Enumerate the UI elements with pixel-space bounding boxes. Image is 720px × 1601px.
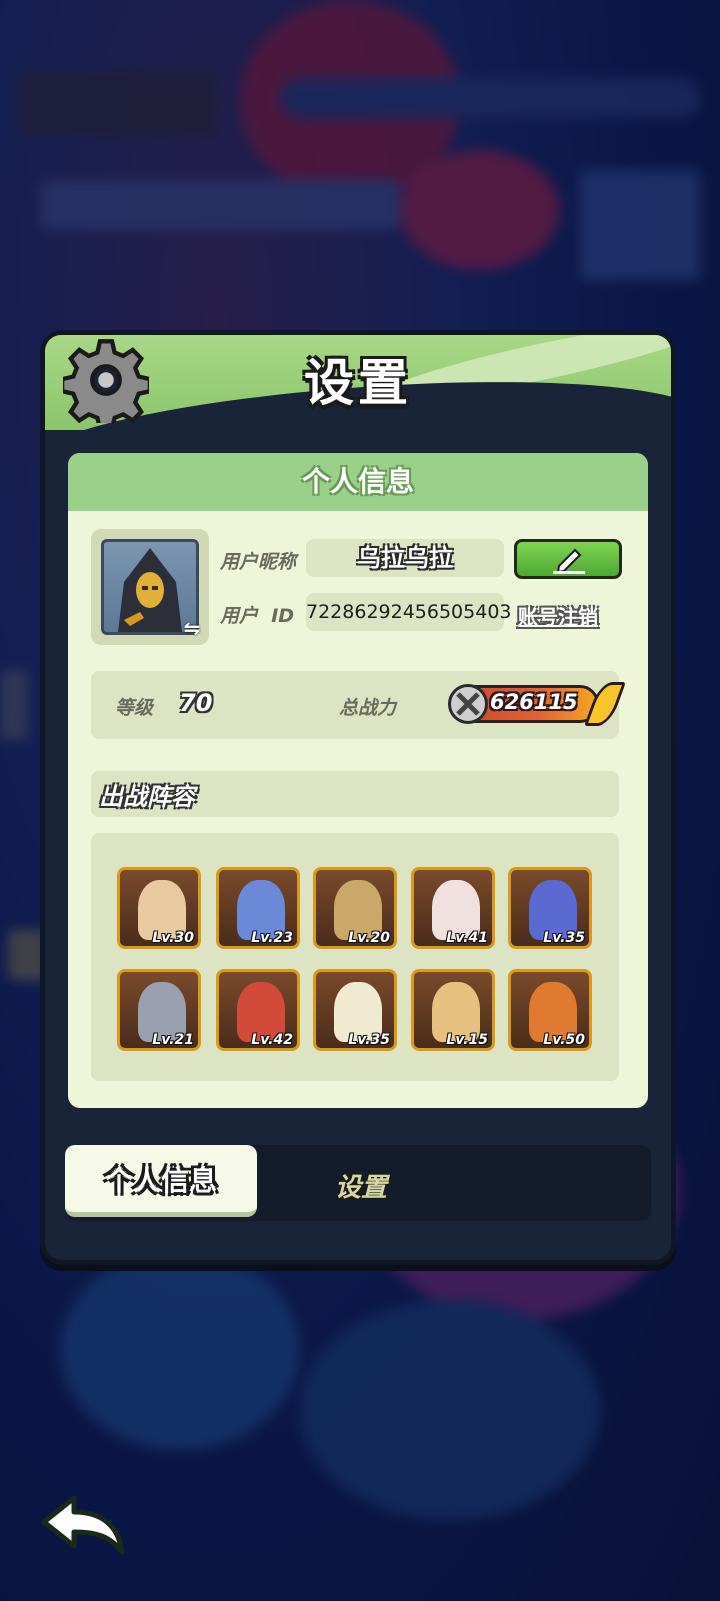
- tab-personal-info[interactable]: 个人信息: [65, 1145, 257, 1217]
- hero-level: Lv.35: [348, 1032, 390, 1048]
- hero-level: Lv.20: [348, 930, 390, 946]
- crossed-swords-icon: [448, 684, 488, 724]
- combat-power-value: 626115: [490, 690, 578, 714]
- stats-row: 等级 70 总战力 626115: [91, 671, 627, 739]
- account-deletion-link[interactable]: 账号注销: [518, 601, 598, 630]
- nickname-field: 乌拉乌拉: [306, 539, 504, 577]
- swap-icon[interactable]: ⇋: [181, 617, 203, 639]
- back-arrow-icon[interactable]: [40, 1494, 126, 1560]
- hero-level: Lv.41: [446, 930, 488, 946]
- power-label: 总战力: [339, 697, 397, 719]
- lineup-title: 出战阵容: [99, 783, 195, 811]
- dialog-header: 设置: [45, 335, 671, 430]
- tab-settings[interactable]: 设置: [335, 1167, 387, 1204]
- hero-level: Lv.50: [543, 1032, 585, 1048]
- pencil-icon: [553, 548, 585, 574]
- hero-card[interactable]: Lv.35: [313, 969, 397, 1051]
- dialog-title: 设置: [304, 354, 412, 412]
- hero-level: Lv.23: [251, 930, 293, 946]
- personal-info-card: 个人信息 ⇋ 用户昵称 乌拉乌拉 用户 ID 72286292456505403…: [68, 453, 648, 1108]
- avatar-frame[interactable]: ⇋: [91, 529, 209, 645]
- hero-card[interactable]: Lv.35: [508, 867, 592, 949]
- level-label: 等级: [115, 697, 154, 719]
- hero-level: Lv.15: [446, 1032, 488, 1048]
- combat-power-badge: 626115: [448, 682, 627, 726]
- hero-level: Lv.21: [152, 1032, 194, 1048]
- hero-card[interactable]: Lv.21: [117, 969, 201, 1051]
- section-title: 个人信息: [68, 453, 648, 511]
- hero-card[interactable]: Lv.30: [117, 867, 201, 949]
- hero-level: Lv.30: [152, 930, 194, 946]
- hero-level: Lv.42: [251, 1032, 293, 1048]
- hero-card[interactable]: Lv.50: [508, 969, 592, 1051]
- lineup-grid: Lv.30 Lv.23 Lv.20 Lv.41 Lv.35 Lv.21 Lv.4…: [91, 833, 619, 1081]
- hero-card[interactable]: Lv.42: [216, 969, 300, 1051]
- hero-card[interactable]: Lv.15: [411, 969, 495, 1051]
- settings-dialog: 设置 个人信息 ⇋ 用户昵称 乌拉乌拉 用户 ID 72286292456505…: [40, 330, 676, 1265]
- tab-bar: 个人信息 设置: [65, 1145, 651, 1221]
- lineup-header: 出战阵容: [91, 771, 619, 817]
- nickname-label: 用户昵称: [220, 551, 297, 573]
- user-id-label: 用户 ID: [220, 605, 295, 627]
- tab-personal-info-label: 个人信息: [104, 1164, 217, 1197]
- hero-card[interactable]: Lv.20: [313, 867, 397, 949]
- hero-card[interactable]: Lv.41: [411, 867, 495, 949]
- user-id-field: 72286292456505403: [306, 593, 512, 631]
- hero-card[interactable]: Lv.23: [216, 867, 300, 949]
- hero-level: Lv.35: [543, 930, 585, 946]
- edit-nickname-button[interactable]: [514, 539, 622, 579]
- level-value: 70: [179, 689, 213, 717]
- flame-icon: [583, 682, 627, 726]
